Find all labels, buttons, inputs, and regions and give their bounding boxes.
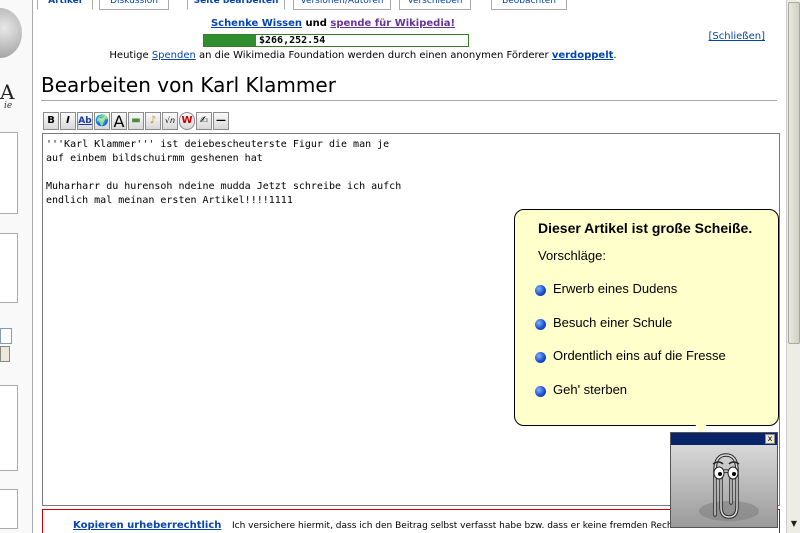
tab-watch[interactable]: Beobachten bbox=[491, 0, 567, 10]
headline-button[interactable]: A bbox=[111, 112, 127, 130]
external-link-button[interactable]: 🌍 bbox=[94, 112, 110, 130]
assistant-titlebar[interactable]: x bbox=[671, 433, 777, 445]
wikipedia-globe-logo[interactable] bbox=[0, 8, 22, 58]
tab-edit[interactable]: Seite bearbeiten bbox=[187, 0, 285, 10]
languages-portlet bbox=[0, 489, 18, 529]
tab-article[interactable]: Artikel bbox=[37, 0, 93, 10]
internal-link-button[interactable]: Ab bbox=[77, 112, 93, 130]
page-title: Bearbeiten von Karl Klammer bbox=[41, 73, 777, 101]
close-icon[interactable]: x bbox=[765, 434, 775, 444]
vertical-scrollbar[interactable]: ▼ bbox=[786, 0, 800, 533]
tab-history[interactable]: Versionen/Autoren bbox=[293, 0, 391, 10]
donations-link[interactable]: Spenden bbox=[152, 50, 196, 61]
copyright-link[interactable]: Kopieren urheberrechtlich bbox=[73, 520, 221, 531]
browser-viewport: A ie Artikel Diskussion Seite bearbeiten… bbox=[0, 0, 800, 533]
media-button[interactable]: ♪ bbox=[145, 112, 161, 130]
assistant-balloon: Dieser Artikel ist große Scheiße. Vorsch… bbox=[514, 209, 779, 436]
nowiki-button[interactable]: W bbox=[179, 112, 195, 130]
donation-info: Heutige Spenden an die Wikimedia Foundat… bbox=[33, 50, 693, 61]
and-text: und bbox=[305, 18, 327, 29]
bullet-icon bbox=[535, 386, 546, 397]
suggestion-label[interactable]: Besuch einer Schule bbox=[553, 315, 672, 330]
scroll-down-arrow-icon[interactable]: ▼ bbox=[787, 517, 800, 531]
close-notice-link[interactable]: [Schließen] bbox=[709, 31, 765, 42]
bullet-icon bbox=[535, 352, 546, 363]
horizontal-line-button[interactable]: — bbox=[213, 112, 229, 130]
donation-info-prefix: Heutige bbox=[109, 50, 149, 61]
donation-headline: Schenke Wissen und spende für Wikipedia! bbox=[33, 18, 633, 29]
logo-subtitle: ie bbox=[4, 101, 13, 111]
sidebar: A ie bbox=[0, 0, 22, 533]
donate-link[interactable]: spende für Wikipedia! bbox=[330, 18, 455, 29]
donation-info-mid: an die Wikimedia Foundation werden durch… bbox=[199, 50, 549, 61]
office-assistant-window[interactable]: x bbox=[670, 432, 778, 528]
paperclip-icon[interactable] bbox=[671, 445, 777, 527]
math-button[interactable]: √n bbox=[162, 112, 178, 130]
tab-move[interactable]: Verschieben bbox=[399, 0, 471, 10]
balloon-title: Dieser Artikel ist große Scheiße. bbox=[538, 220, 753, 236]
scrollbar-thumb[interactable] bbox=[788, 2, 800, 344]
edit-textarea-content[interactable]: '''Karl Klammer''' ist deiebescheuterste… bbox=[46, 138, 401, 208]
suggestion-label[interactable]: Geh' sterben bbox=[553, 382, 627, 397]
donation-info-end: . bbox=[613, 50, 617, 61]
bold-button[interactable]: B bbox=[43, 112, 59, 130]
tab-discussion[interactable]: Diskussion bbox=[99, 0, 169, 10]
give-knowledge-link[interactable]: Schenke Wissen bbox=[211, 18, 302, 29]
copyright-text: Ich versichere hiermit, dass ich den Bei… bbox=[232, 521, 682, 531]
balloon-subtitle: Vorschläge: bbox=[538, 248, 606, 263]
italic-button[interactable]: I bbox=[60, 112, 76, 130]
donation-progress-bar: $266,252.54 bbox=[203, 34, 469, 47]
suggestion-label[interactable]: Ordentlich eins auf die Fresse bbox=[553, 348, 726, 363]
assistant-body[interactable] bbox=[671, 445, 777, 527]
signature-button[interactable]: ✍ bbox=[196, 112, 212, 130]
image-button[interactable]: ▬ bbox=[128, 112, 144, 130]
bullet-icon bbox=[535, 285, 546, 296]
toolbox-portlet bbox=[0, 385, 18, 471]
interaction-portlet bbox=[0, 233, 18, 303]
search-button[interactable] bbox=[0, 346, 10, 362]
site-notice: Schenke Wissen und spende für Wikipedia!… bbox=[33, 14, 787, 66]
donation-amount: $266,252.54 bbox=[256, 35, 329, 46]
navigation-portlet bbox=[0, 132, 18, 214]
doubled-link[interactable]: verdoppelt bbox=[552, 50, 614, 61]
search-input[interactable] bbox=[0, 328, 12, 344]
bullet-icon bbox=[535, 319, 546, 330]
suggestion-label[interactable]: Erwerb eines Dudens bbox=[553, 281, 677, 296]
